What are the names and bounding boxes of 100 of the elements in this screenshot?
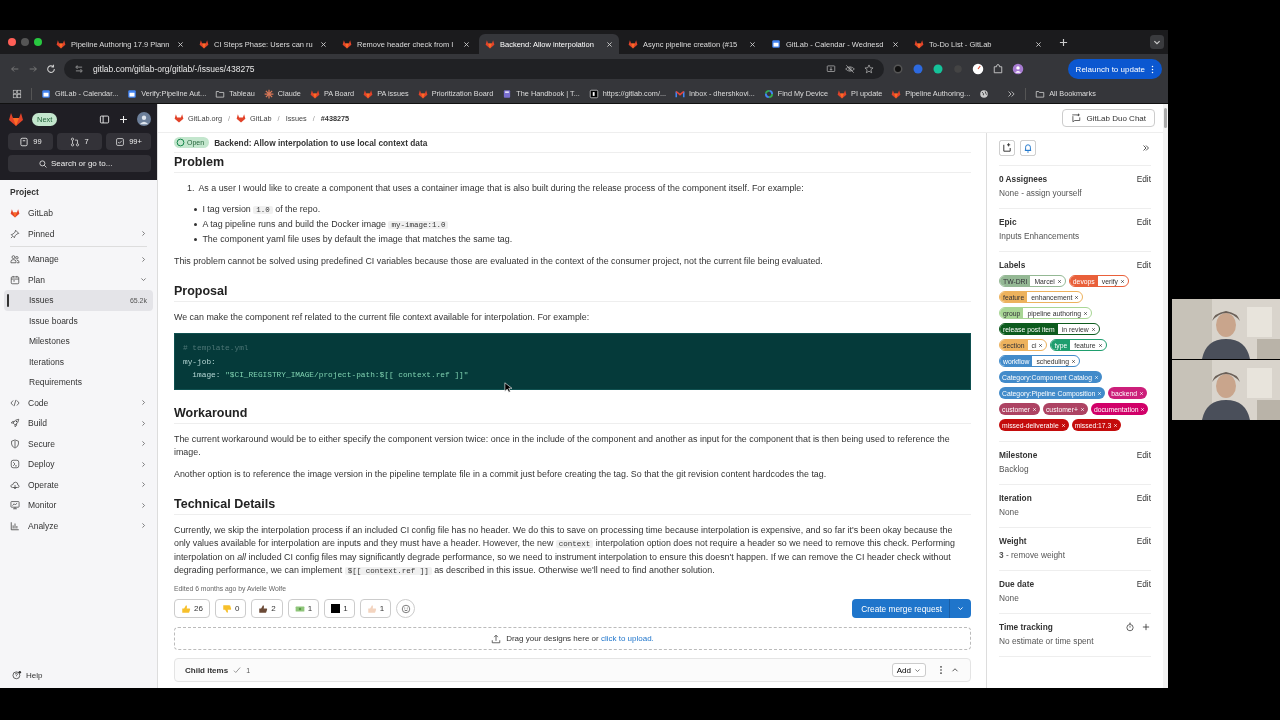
add-reaction-button[interactable] (396, 599, 416, 618)
gauge-icon[interactable] (972, 63, 984, 75)
edit-link[interactable]: Edit (1136, 217, 1151, 227)
puzzle-icon[interactable] (992, 63, 1004, 75)
edit-link[interactable]: Edit (1136, 493, 1151, 503)
edit-link[interactable]: Edit (1136, 579, 1151, 589)
close-icon[interactable] (320, 40, 327, 48)
book-icon (502, 88, 513, 99)
open-circle-icon (176, 138, 185, 147)
stopwatch-icon[interactable] (1125, 622, 1135, 632)
help-button[interactable]: Help (4, 670, 153, 680)
field-title: Milestone (999, 450, 1038, 460)
remove-icon[interactable] (1074, 294, 1080, 300)
avatar-icon[interactable] (137, 112, 151, 126)
calendar-icon (41, 88, 51, 99)
chevron-icon (140, 255, 147, 263)
reload-icon[interactable] (46, 64, 56, 74)
edit-link[interactable]: Edit (1136, 260, 1151, 270)
remove-icon[interactable] (1056, 278, 1062, 284)
fox-icon (56, 39, 66, 49)
chevron-icon (140, 230, 147, 238)
field-title: Epic (999, 217, 1017, 227)
fox-logo[interactable] (8, 111, 24, 127)
reaction-button[interactable]: 1 (324, 599, 355, 618)
remove-icon[interactable] (1090, 326, 1096, 332)
card-title: Child items (185, 665, 229, 675)
paragraph: The current workaround would be to either specify the component version twice: once in the include of the component and another as input for the component that is then being used to reference the image. (174, 433, 951, 459)
sidebar-toggle-icon[interactable] (99, 113, 110, 125)
edit-link[interactable]: Edit (1136, 450, 1151, 460)
avatar-icon[interactable] (1012, 63, 1024, 75)
nav-subitem[interactable]: Iterations (4, 351, 153, 372)
close-icon[interactable] (177, 40, 184, 48)
upload-dropzone[interactable]: Drag your designs here or click to upload. (174, 627, 971, 650)
upload-link[interactable]: click to upload. (600, 634, 654, 643)
reaction-button[interactable]: 1 (359, 599, 392, 618)
close-icon[interactable] (892, 40, 899, 48)
close-icon[interactable] (1035, 40, 1042, 48)
remove-icon[interactable] (1038, 342, 1044, 348)
bell-icon[interactable] (1020, 140, 1036, 156)
thumbs-up-icon (258, 603, 269, 614)
edit-link[interactable]: Edit (1136, 536, 1151, 546)
nav-item[interactable]: Deploy (4, 454, 153, 475)
install-icon[interactable] (826, 64, 836, 74)
add-button[interactable]: Add (891, 663, 926, 677)
close-icon[interactable] (749, 40, 756, 48)
collapse-icon[interactable] (1141, 143, 1151, 153)
double-chevron-icon[interactable] (1006, 88, 1017, 99)
remove-icon[interactable] (1070, 358, 1076, 364)
remove-icon[interactable] (1120, 278, 1125, 284)
nav-item[interactable]: Plan (4, 269, 153, 290)
reaction-button[interactable]: 26 (174, 599, 210, 618)
close-icon[interactable] (463, 40, 470, 48)
todo-add-icon[interactable] (999, 140, 1015, 156)
remove-icon[interactable] (1097, 342, 1103, 348)
new-tab-icon[interactable] (1059, 37, 1068, 47)
nav-subitem[interactable]: Issue boards (4, 310, 153, 331)
nav-item[interactable]: Secure (4, 433, 153, 454)
nav-item[interactable]: Pinned (4, 223, 153, 244)
plus-icon[interactable] (118, 113, 129, 125)
folder-icon (215, 88, 226, 99)
chevron-icon (140, 399, 147, 407)
circle-icon[interactable] (892, 63, 904, 75)
nav-item[interactable]: Monitor (4, 495, 153, 516)
close-icon[interactable] (606, 40, 613, 48)
nav-item[interactable]: Build (4, 413, 153, 434)
field-title: Time tracking (999, 622, 1053, 632)
envelope-icon (675, 88, 686, 99)
address-bar[interactable]: gitlab.com/gitlab-org/gitlab/-/issues/438275 (64, 59, 884, 79)
nav-item[interactable]: Code (4, 392, 153, 413)
globe-icon[interactable] (979, 88, 990, 99)
nav-item[interactable]: Operate (4, 474, 153, 495)
field-title: Due date (999, 579, 1035, 589)
apps-grid-icon[interactable] (12, 88, 22, 99)
field-title: Labels (999, 260, 1026, 270)
nav-item[interactable]: GitLab (4, 203, 153, 224)
calendar-icon (127, 88, 138, 99)
edit-link[interactable]: Edit (1136, 174, 1151, 184)
eye-slash-icon[interactable] (845, 64, 855, 74)
thumbs-down-icon (221, 603, 232, 614)
circle-icon[interactable] (932, 63, 944, 75)
reaction-button[interactable]: 2 (251, 599, 283, 618)
search-field[interactable]: Search or go to... (8, 155, 151, 172)
dropdown-icon[interactable] (1150, 35, 1164, 49)
reaction-button[interactable]: 0 (214, 599, 247, 618)
reaction-button[interactable]: 1 (287, 599, 320, 618)
duo-chat-button[interactable]: GitLab Duo Chat (1062, 109, 1155, 127)
nav-subitem[interactable]: Requirements (4, 372, 153, 393)
star-icon[interactable] (864, 64, 874, 74)
relaunch-button[interactable]: Relaunch to update (1067, 59, 1162, 79)
field-value: None - assign yourself (999, 188, 1083, 198)
window-controls-icon[interactable] (8, 38, 42, 46)
nav-item[interactable]: Manage (4, 249, 153, 270)
nav-subitem[interactable]: Milestones (4, 331, 153, 352)
list-item-text: The component yaml file uses by default the image that matches the same tag. (202, 233, 513, 246)
site-settings-icon[interactable] (74, 64, 84, 74)
circle-icon[interactable] (912, 63, 924, 75)
calendar-icon (10, 274, 20, 285)
create-merge-request-button[interactable]: Create merge request (852, 599, 971, 618)
nav-item[interactable]: Analyze (4, 515, 153, 536)
remove-icon[interactable] (1083, 310, 1089, 316)
